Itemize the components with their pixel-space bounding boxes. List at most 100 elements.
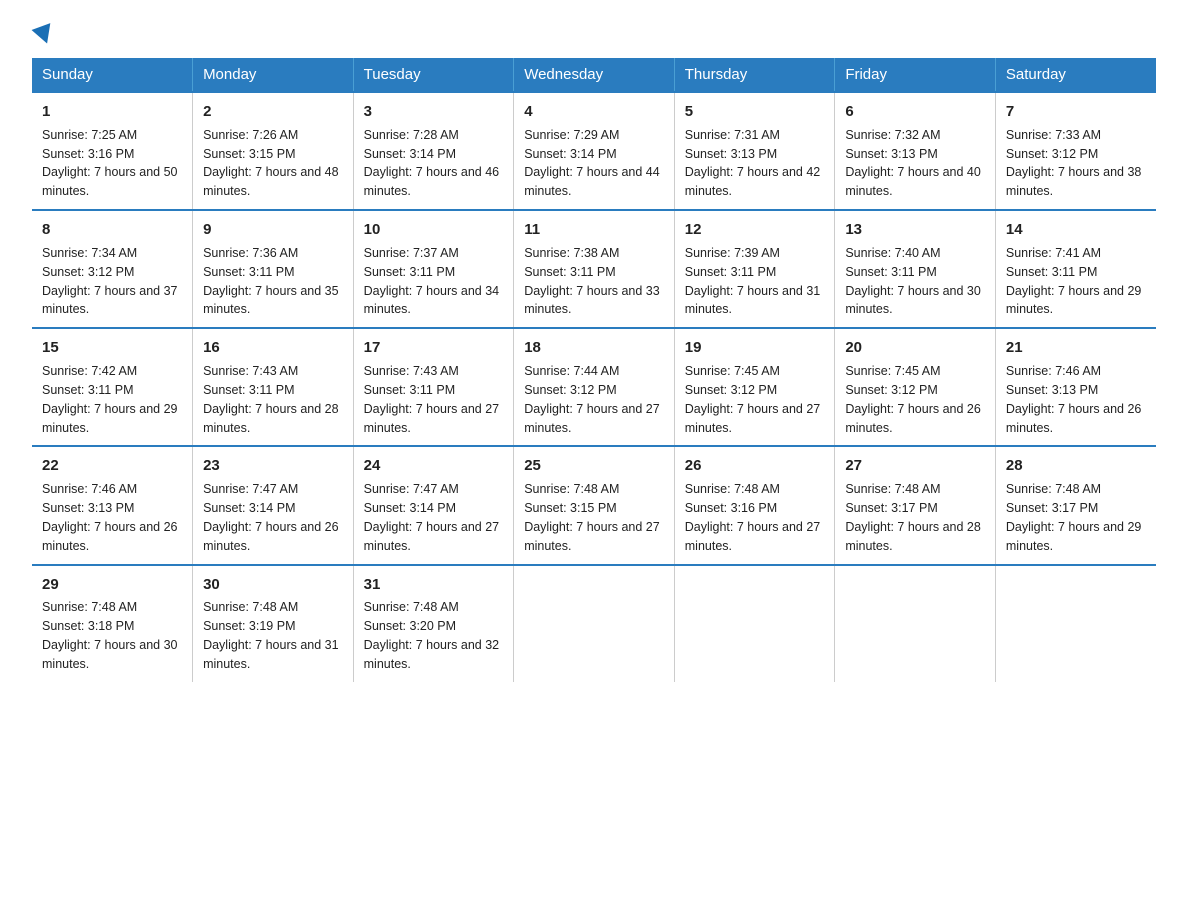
- calendar-cell: 10 Sunrise: 7:37 AMSunset: 3:11 PMDaylig…: [353, 210, 514, 328]
- calendar-week-row: 22 Sunrise: 7:46 AMSunset: 3:13 PMDaylig…: [32, 446, 1156, 564]
- calendar-cell: 28 Sunrise: 7:48 AMSunset: 3:17 PMDaylig…: [995, 446, 1156, 564]
- calendar-cell: 23 Sunrise: 7:47 AMSunset: 3:14 PMDaylig…: [193, 446, 354, 564]
- day-number: 5: [685, 101, 825, 123]
- day-info: Sunrise: 7:36 AMSunset: 3:11 PMDaylight:…: [203, 246, 339, 317]
- day-number: 8: [42, 219, 182, 241]
- day-info: Sunrise: 7:37 AMSunset: 3:11 PMDaylight:…: [364, 246, 500, 317]
- calendar-cell: 13 Sunrise: 7:40 AMSunset: 3:11 PMDaylig…: [835, 210, 996, 328]
- day-number: 23: [203, 455, 343, 477]
- day-info: Sunrise: 7:28 AMSunset: 3:14 PMDaylight:…: [364, 128, 500, 199]
- day-number: 16: [203, 337, 343, 359]
- day-number: 17: [364, 337, 504, 359]
- calendar-cell: 24 Sunrise: 7:47 AMSunset: 3:14 PMDaylig…: [353, 446, 514, 564]
- calendar-cell: 26 Sunrise: 7:48 AMSunset: 3:16 PMDaylig…: [674, 446, 835, 564]
- calendar-cell: [514, 565, 675, 682]
- col-saturday: Saturday: [995, 58, 1156, 92]
- calendar-week-row: 8 Sunrise: 7:34 AMSunset: 3:12 PMDayligh…: [32, 210, 1156, 328]
- day-info: Sunrise: 7:42 AMSunset: 3:11 PMDaylight:…: [42, 364, 178, 435]
- day-info: Sunrise: 7:48 AMSunset: 3:19 PMDaylight:…: [203, 600, 339, 671]
- calendar-cell: 15 Sunrise: 7:42 AMSunset: 3:11 PMDaylig…: [32, 328, 193, 446]
- day-number: 24: [364, 455, 504, 477]
- day-number: 27: [845, 455, 985, 477]
- calendar-week-row: 1 Sunrise: 7:25 AMSunset: 3:16 PMDayligh…: [32, 92, 1156, 210]
- day-info: Sunrise: 7:31 AMSunset: 3:13 PMDaylight:…: [685, 128, 821, 199]
- calendar-cell: 8 Sunrise: 7:34 AMSunset: 3:12 PMDayligh…: [32, 210, 193, 328]
- calendar-cell: [995, 565, 1156, 682]
- day-info: Sunrise: 7:25 AMSunset: 3:16 PMDaylight:…: [42, 128, 178, 199]
- day-info: Sunrise: 7:45 AMSunset: 3:12 PMDaylight:…: [685, 364, 821, 435]
- day-number: 12: [685, 219, 825, 241]
- day-number: 31: [364, 574, 504, 596]
- calendar-cell: 21 Sunrise: 7:46 AMSunset: 3:13 PMDaylig…: [995, 328, 1156, 446]
- day-number: 3: [364, 101, 504, 123]
- calendar-cell: 17 Sunrise: 7:43 AMSunset: 3:11 PMDaylig…: [353, 328, 514, 446]
- calendar-cell: 6 Sunrise: 7:32 AMSunset: 3:13 PMDayligh…: [835, 92, 996, 210]
- day-number: 29: [42, 574, 182, 596]
- day-info: Sunrise: 7:40 AMSunset: 3:11 PMDaylight:…: [845, 246, 981, 317]
- day-number: 19: [685, 337, 825, 359]
- day-number: 2: [203, 101, 343, 123]
- day-info: Sunrise: 7:47 AMSunset: 3:14 PMDaylight:…: [203, 482, 339, 553]
- calendar-cell: 25 Sunrise: 7:48 AMSunset: 3:15 PMDaylig…: [514, 446, 675, 564]
- day-number: 26: [685, 455, 825, 477]
- day-number: 22: [42, 455, 182, 477]
- day-info: Sunrise: 7:48 AMSunset: 3:17 PMDaylight:…: [845, 482, 981, 553]
- calendar-table: Sunday Monday Tuesday Wednesday Thursday…: [32, 58, 1156, 682]
- calendar-cell: 19 Sunrise: 7:45 AMSunset: 3:12 PMDaylig…: [674, 328, 835, 446]
- day-info: Sunrise: 7:47 AMSunset: 3:14 PMDaylight:…: [364, 482, 500, 553]
- day-info: Sunrise: 7:44 AMSunset: 3:12 PMDaylight:…: [524, 364, 660, 435]
- day-number: 6: [845, 101, 985, 123]
- day-number: 14: [1006, 219, 1146, 241]
- day-info: Sunrise: 7:32 AMSunset: 3:13 PMDaylight:…: [845, 128, 981, 199]
- day-info: Sunrise: 7:48 AMSunset: 3:17 PMDaylight:…: [1006, 482, 1142, 553]
- col-tuesday: Tuesday: [353, 58, 514, 92]
- calendar-cell: 4 Sunrise: 7:29 AMSunset: 3:14 PMDayligh…: [514, 92, 675, 210]
- day-number: 28: [1006, 455, 1146, 477]
- day-number: 21: [1006, 337, 1146, 359]
- logo: [32, 24, 54, 42]
- day-number: 13: [845, 219, 985, 241]
- calendar-cell: 16 Sunrise: 7:43 AMSunset: 3:11 PMDaylig…: [193, 328, 354, 446]
- calendar-week-row: 15 Sunrise: 7:42 AMSunset: 3:11 PMDaylig…: [32, 328, 1156, 446]
- col-monday: Monday: [193, 58, 354, 92]
- calendar-week-row: 29 Sunrise: 7:48 AMSunset: 3:18 PMDaylig…: [32, 565, 1156, 682]
- day-info: Sunrise: 7:43 AMSunset: 3:11 PMDaylight:…: [364, 364, 500, 435]
- day-info: Sunrise: 7:48 AMSunset: 3:18 PMDaylight:…: [42, 600, 178, 671]
- calendar-cell: 30 Sunrise: 7:48 AMSunset: 3:19 PMDaylig…: [193, 565, 354, 682]
- col-thursday: Thursday: [674, 58, 835, 92]
- day-info: Sunrise: 7:48 AMSunset: 3:20 PMDaylight:…: [364, 600, 500, 671]
- col-sunday: Sunday: [32, 58, 193, 92]
- calendar-cell: 27 Sunrise: 7:48 AMSunset: 3:17 PMDaylig…: [835, 446, 996, 564]
- day-number: 18: [524, 337, 664, 359]
- calendar-cell: 3 Sunrise: 7:28 AMSunset: 3:14 PMDayligh…: [353, 92, 514, 210]
- calendar-cell: 2 Sunrise: 7:26 AMSunset: 3:15 PMDayligh…: [193, 92, 354, 210]
- day-number: 30: [203, 574, 343, 596]
- calendar-cell: 31 Sunrise: 7:48 AMSunset: 3:20 PMDaylig…: [353, 565, 514, 682]
- calendar-cell: 9 Sunrise: 7:36 AMSunset: 3:11 PMDayligh…: [193, 210, 354, 328]
- day-info: Sunrise: 7:34 AMSunset: 3:12 PMDaylight:…: [42, 246, 178, 317]
- day-info: Sunrise: 7:45 AMSunset: 3:12 PMDaylight:…: [845, 364, 981, 435]
- day-info: Sunrise: 7:39 AMSunset: 3:11 PMDaylight:…: [685, 246, 821, 317]
- day-info: Sunrise: 7:41 AMSunset: 3:11 PMDaylight:…: [1006, 246, 1142, 317]
- day-number: 10: [364, 219, 504, 241]
- day-number: 25: [524, 455, 664, 477]
- calendar-cell: 22 Sunrise: 7:46 AMSunset: 3:13 PMDaylig…: [32, 446, 193, 564]
- day-number: 7: [1006, 101, 1146, 123]
- calendar-cell: 12 Sunrise: 7:39 AMSunset: 3:11 PMDaylig…: [674, 210, 835, 328]
- day-info: Sunrise: 7:29 AMSunset: 3:14 PMDaylight:…: [524, 128, 660, 199]
- calendar-cell: [674, 565, 835, 682]
- calendar-cell: [835, 565, 996, 682]
- calendar-cell: 5 Sunrise: 7:31 AMSunset: 3:13 PMDayligh…: [674, 92, 835, 210]
- day-info: Sunrise: 7:48 AMSunset: 3:16 PMDaylight:…: [685, 482, 821, 553]
- day-number: 9: [203, 219, 343, 241]
- calendar-body: 1 Sunrise: 7:25 AMSunset: 3:16 PMDayligh…: [32, 92, 1156, 682]
- day-info: Sunrise: 7:46 AMSunset: 3:13 PMDaylight:…: [1006, 364, 1142, 435]
- col-wednesday: Wednesday: [514, 58, 675, 92]
- day-number: 4: [524, 101, 664, 123]
- day-info: Sunrise: 7:38 AMSunset: 3:11 PMDaylight:…: [524, 246, 660, 317]
- day-info: Sunrise: 7:26 AMSunset: 3:15 PMDaylight:…: [203, 128, 339, 199]
- day-info: Sunrise: 7:46 AMSunset: 3:13 PMDaylight:…: [42, 482, 178, 553]
- calendar-header: Sunday Monday Tuesday Wednesday Thursday…: [32, 58, 1156, 92]
- day-number: 20: [845, 337, 985, 359]
- calendar-cell: 29 Sunrise: 7:48 AMSunset: 3:18 PMDaylig…: [32, 565, 193, 682]
